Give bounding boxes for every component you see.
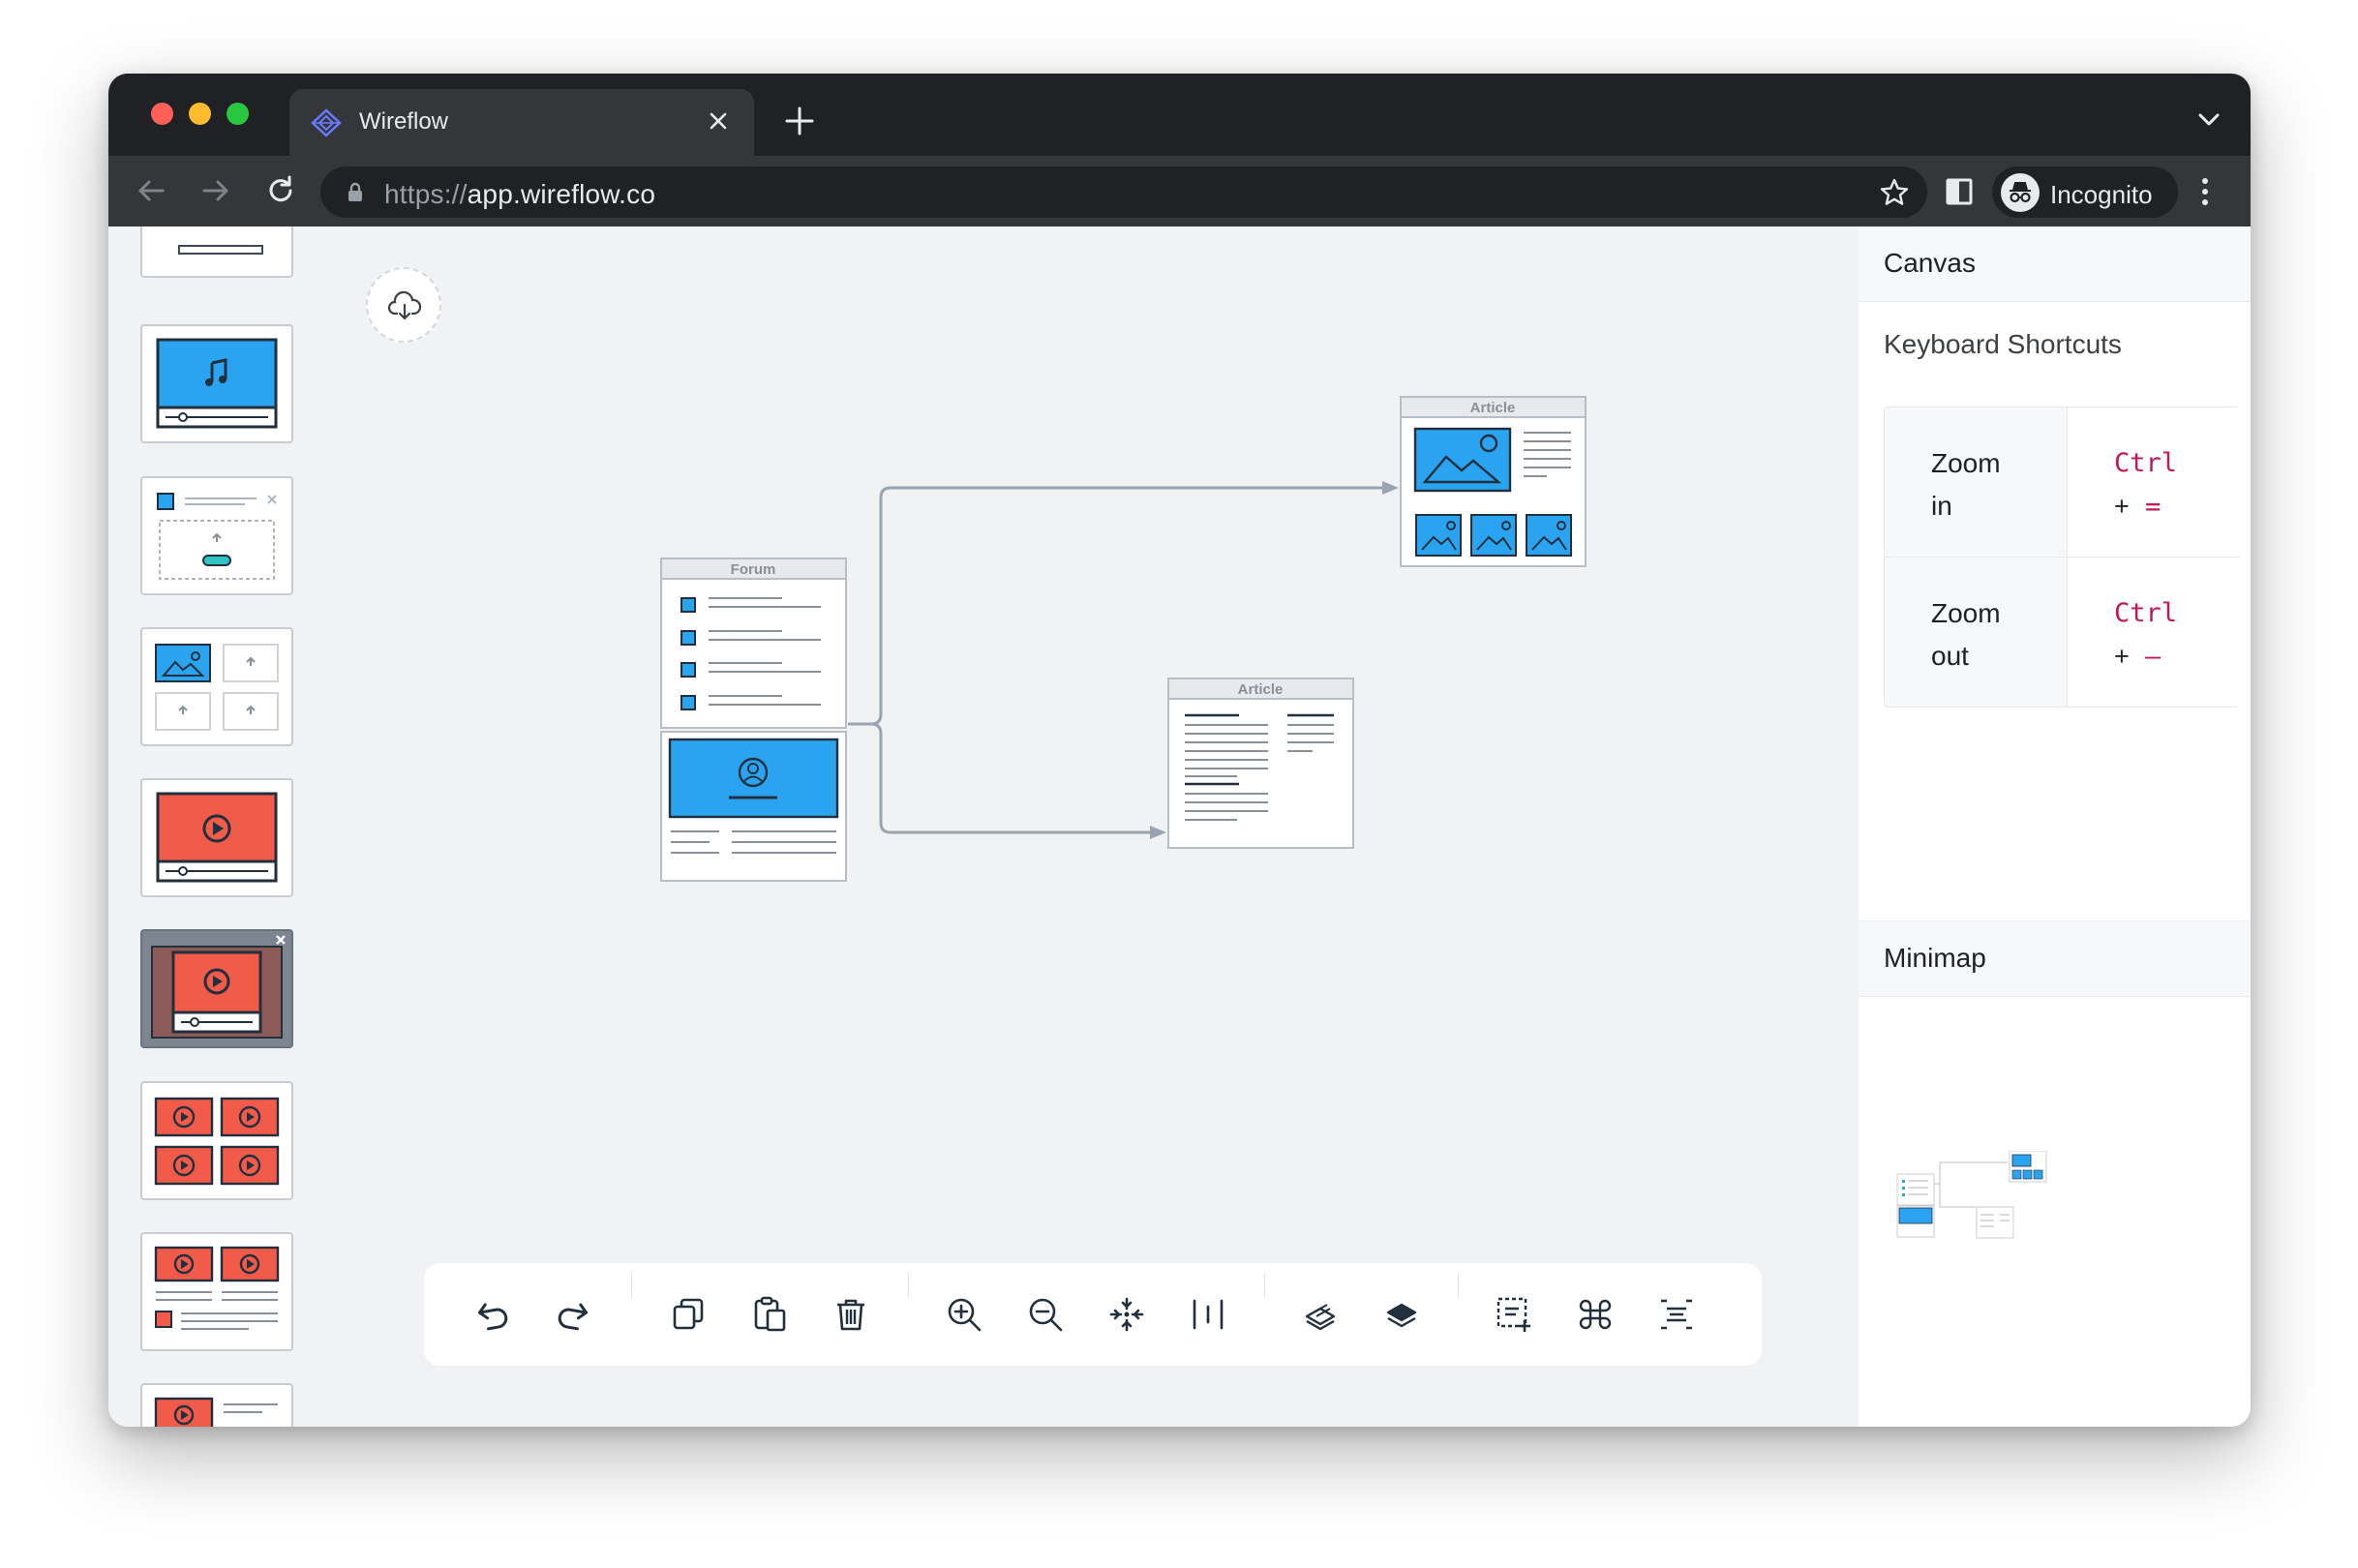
align-icon: [1661, 1299, 1692, 1330]
screen-article-gallery[interactable]: Article: [1400, 396, 1587, 567]
redo-icon: [558, 1303, 589, 1331]
zoom-in-button[interactable]: [945, 1295, 983, 1334]
flow-diagram: Forum Article Article: [660, 396, 1587, 882]
screen-title: Article: [1470, 400, 1516, 416]
distribute-icon: [1193, 1299, 1224, 1330]
command-key-icon: [1579, 1299, 1612, 1330]
screen-article-text[interactable]: Article: [1167, 678, 1354, 849]
send-backward-button[interactable]: [1382, 1295, 1421, 1334]
tab-title: Wireflow: [359, 108, 449, 135]
zoom-out-icon: [1029, 1298, 1063, 1332]
back-arrow-icon[interactable]: [134, 173, 168, 208]
select-area-icon: [1496, 1297, 1530, 1332]
minimap-view[interactable]: [1893, 1151, 2068, 1267]
delete-button[interactable]: [831, 1295, 870, 1334]
bring-forward-button[interactable]: [1301, 1295, 1340, 1334]
send-backward-icon: [1386, 1303, 1417, 1328]
minimize-window-button[interactable]: [189, 103, 211, 125]
title-bar: Wireflow: [108, 74, 2251, 156]
canvas-area[interactable]: Forum Article Article: [327, 226, 1859, 1427]
component-video-modal[interactable]: [140, 929, 293, 1048]
duplicate-button[interactable]: [669, 1295, 708, 1334]
maximize-window-button[interactable]: [227, 103, 249, 125]
chevron-down-icon[interactable]: [2196, 110, 2222, 130]
screen-title: Forum: [731, 561, 776, 578]
address-bar[interactable]: https://app.wireflow.co: [320, 166, 1927, 218]
shortcut-row-zoom-out: Zoom out Ctrl + –: [1885, 558, 2240, 707]
component-audio-player[interactable]: [140, 324, 293, 443]
select-area-button[interactable]: [1495, 1295, 1533, 1334]
component-file-upload[interactable]: [140, 476, 293, 595]
wireflow-app: Forum Article Article Canvas Keyboard Sh…: [108, 226, 2251, 1427]
shortcut-row-zoom-in: Zoom in Ctrl + =: [1885, 407, 2240, 558]
browser-window: Wireflow https://app.wireflow.co Incogni…: [108, 74, 2251, 1427]
undo-icon: [477, 1303, 508, 1331]
lock-icon: [348, 182, 362, 201]
url-text: https://app.wireflow.co: [384, 179, 656, 209]
screen-title: Article: [1238, 681, 1284, 698]
component-video-item[interactable]: [140, 1383, 293, 1427]
trash-icon: [837, 1299, 864, 1331]
shortcut-action: Zoom out: [1931, 598, 2001, 671]
align-button[interactable]: [1657, 1295, 1696, 1334]
properties-panel: Canvas Keyboard Shortcuts Zoom in Ctrl + =…: [1859, 226, 2251, 1427]
browser-tab[interactable]: Wireflow: [289, 89, 754, 156]
forward-arrow-icon[interactable]: [198, 173, 233, 208]
bring-forward-icon: [1305, 1304, 1336, 1331]
component-text-bar[interactable]: [140, 226, 293, 278]
shortcuts-button[interactable]: [1576, 1295, 1615, 1334]
side-panel-icon[interactable]: [1945, 177, 1974, 206]
panel-title: Canvas: [1884, 248, 1976, 278]
distribute-button[interactable]: [1189, 1295, 1227, 1334]
reload-icon[interactable]: [263, 173, 298, 208]
wireflow-logo-icon: [311, 108, 342, 137]
shortcut-keys: Ctrl + –: [2114, 598, 2178, 672]
new-tab-icon[interactable]: [783, 105, 816, 137]
shortcut-keys: Ctrl + =: [2114, 448, 2178, 522]
canvas-panel-header: Canvas: [1859, 226, 2251, 302]
kebab-menu-icon[interactable]: [2199, 176, 2211, 207]
shortcuts-table: Zoom in Ctrl + = Zoom out Ctrl + –: [1884, 407, 2240, 708]
keyboard-shortcuts-heading: Keyboard Shortcuts: [1884, 329, 2122, 359]
screen-forum[interactable]: Forum: [660, 558, 847, 882]
incognito-label: Incognito: [2050, 180, 2153, 209]
redo-button[interactable]: [555, 1295, 593, 1334]
component-video-list[interactable]: [140, 1232, 293, 1351]
fit-to-screen-button[interactable]: [1107, 1295, 1146, 1334]
browser-toolbar: https://app.wireflow.co Incognito: [108, 156, 2251, 226]
paste-icon: [754, 1296, 786, 1332]
zoom-out-button[interactable]: [1026, 1295, 1065, 1334]
component-library: [108, 226, 328, 1427]
paste-button[interactable]: [750, 1295, 789, 1334]
close-window-button[interactable]: [151, 103, 173, 125]
incognito-badge[interactable]: Incognito: [1992, 166, 2178, 218]
component-video-player[interactable]: [140, 778, 293, 897]
undo-button[interactable]: [472, 1295, 511, 1334]
minimap-header: Minimap: [1859, 920, 2251, 997]
minimap-title: Minimap: [1884, 943, 1986, 973]
shortcut-action: Zoom in: [1931, 448, 2001, 521]
arrowhead: [1150, 826, 1166, 839]
fit-to-screen-icon: [1109, 1297, 1144, 1332]
duplicate-icon: [673, 1298, 704, 1330]
star-icon[interactable]: [1879, 177, 1910, 208]
zoom-in-icon: [948, 1298, 982, 1332]
component-video-grid[interactable]: [140, 1081, 293, 1200]
canvas-toolbar: [424, 1263, 1762, 1366]
close-tab-icon[interactable]: [704, 106, 733, 136]
arrowhead: [1382, 481, 1399, 495]
component-image-upload-grid[interactable]: [140, 627, 293, 746]
incognito-icon: [2001, 173, 2040, 212]
